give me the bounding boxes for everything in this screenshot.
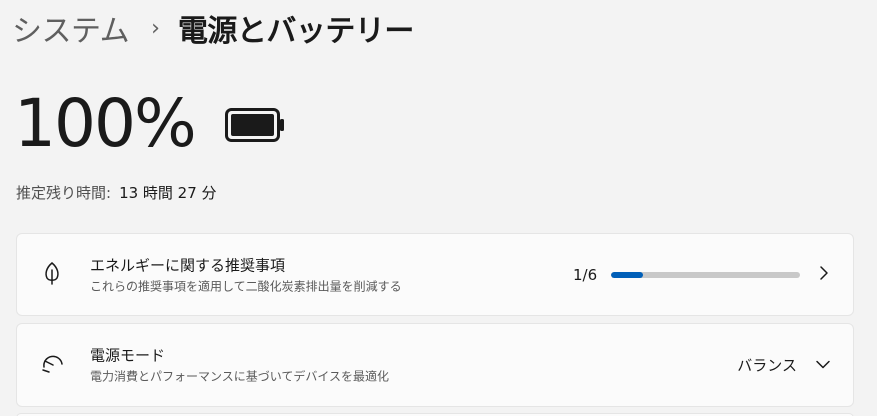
power-mode-title: 電源モード bbox=[90, 346, 166, 365]
leaf-icon bbox=[41, 261, 63, 289]
remaining-time-label: 推定残り時間: bbox=[16, 184, 112, 202]
recommendations-progress-bar bbox=[611, 271, 800, 278]
gauge-icon bbox=[41, 352, 65, 378]
energy-recommendations-card[interactable]: エネルギーに関する推奨事項 これらの推奨事項を適用して二酸化炭素排出量を削減する… bbox=[16, 233, 854, 316]
remaining-time-value: 13 時間 27 分 bbox=[119, 184, 217, 202]
breadcrumb: システム › 電源とバッテリー bbox=[12, 6, 414, 50]
energy-recommendations-title: エネルギーに関する推奨事項 bbox=[90, 256, 286, 274]
estimated-remaining-time: 推定残り時間: 13 時間 27 分 bbox=[16, 182, 217, 203]
energy-recommendations-text: エネルギーに関する推奨事項 これらの推奨事項を適用して二酸化炭素排出量を削減する bbox=[90, 254, 402, 295]
battery-percentage: 100% bbox=[14, 85, 197, 162]
battery-icon bbox=[224, 108, 285, 146]
page-title: 電源とバッテリー bbox=[177, 14, 415, 49]
power-mode-dropdown[interactable]: バランス bbox=[737, 355, 797, 376]
power-mode-card: 電源モード 電力消費とパフォーマンスに基づいてデバイスを最適化 バランス bbox=[16, 323, 854, 407]
recommendations-progress-fill bbox=[611, 271, 643, 278]
power-battery-settings-page: システム › 電源とバッテリー 100% 推定残り時間: 13 時間 27 分 … bbox=[0, 0, 877, 416]
breadcrumb-system-link[interactable]: システム bbox=[12, 6, 130, 50]
power-mode-text: 電源モード 電力消費とパフォーマンスに基づいてデバイスを最適化 bbox=[90, 345, 389, 386]
power-mode-subtitle: 電力消費とパフォーマンスに基づいてデバイスを最適化 bbox=[90, 369, 390, 384]
chevron-down-icon[interactable] bbox=[815, 356, 831, 375]
battery-status: 100% bbox=[14, 86, 285, 162]
chevron-right-icon[interactable] bbox=[817, 265, 831, 285]
breadcrumb-separator: › bbox=[151, 15, 160, 41]
energy-recommendations-subtitle: これらの推奨事項を適用して二酸化炭素排出量を削減する bbox=[90, 279, 402, 293]
recommendations-progress-text: 1/6 bbox=[573, 265, 598, 284]
